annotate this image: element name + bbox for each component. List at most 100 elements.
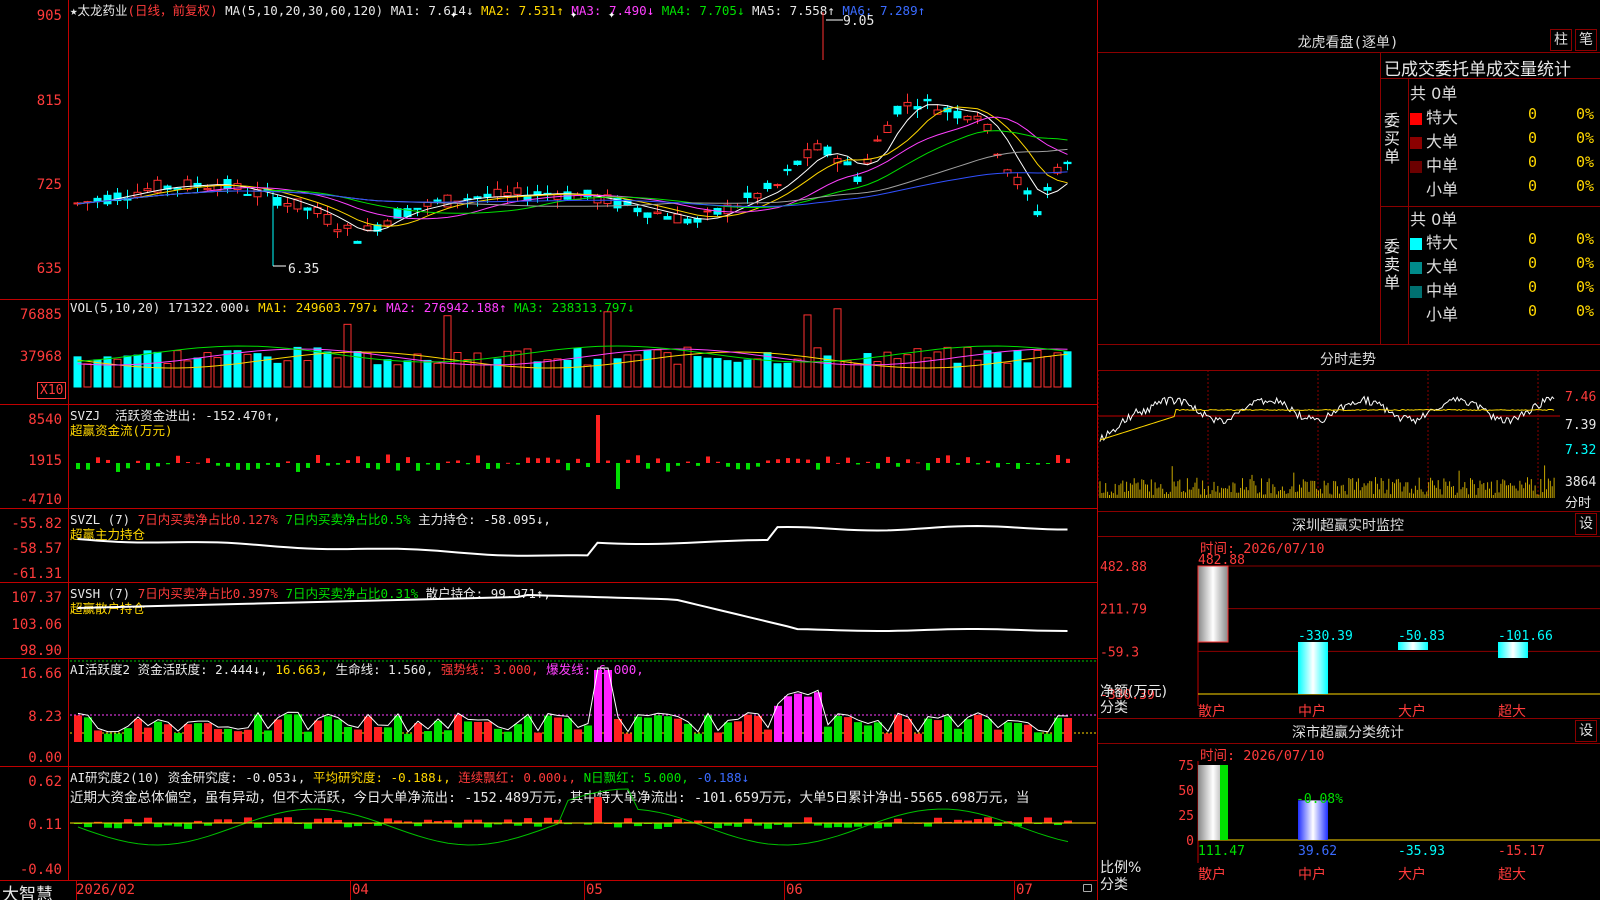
sz-class-chart[interactable]: 75 50 25 0 111.47 散户 39.62 中户 -35.93 大户 -15.17 超大 -0…: [1098, 743, 1600, 900]
sz-monitor-settings-button[interactable]: 设: [1575, 513, 1597, 535]
fund-flow-bar: [566, 463, 570, 471]
fund-flow-bar: [816, 463, 820, 470]
volume-bar: [903, 354, 912, 388]
volume-bar: [753, 358, 762, 388]
bar-view-button[interactable]: 柱: [1550, 29, 1572, 51]
sz-monitor-chart[interactable]: 482.88211.79-59.3-330.39482.88散户-330.39中…: [1098, 536, 1600, 718]
candle-body: [683, 218, 692, 224]
volume-bar: [323, 351, 332, 388]
research-bar: [744, 818, 752, 823]
fund-flow-bar: [146, 463, 150, 470]
candle-body: [803, 149, 812, 159]
research-bar: [834, 823, 842, 828]
activity-bar: [504, 731, 512, 742]
activity-bar: [744, 714, 752, 742]
activity-bar: [574, 729, 582, 742]
row-percent: 0%: [1576, 177, 1595, 195]
row-percent: 0%: [1576, 105, 1595, 123]
volume-bar: [463, 359, 472, 388]
volume-bar: [563, 360, 572, 388]
fund-flow-bar: [556, 459, 560, 463]
row-count: 0: [1528, 302, 1538, 320]
candle-body: [673, 213, 682, 224]
activity-bar: [274, 719, 282, 742]
row-count: 0: [1528, 278, 1538, 296]
activity-bar: [94, 730, 102, 742]
row-label: 中单: [1426, 156, 1459, 175]
candle-body: [1013, 176, 1022, 186]
volume-bar: [163, 362, 172, 388]
activity-bar: [954, 728, 962, 742]
activity-bar: [754, 715, 762, 742]
kline-chart[interactable]: ✦ ✦ ✦: [0, 0, 1098, 300]
row-percent: 0%: [1576, 230, 1595, 248]
sz-monitor-cat-label: 分类: [1100, 700, 1128, 716]
research-bar: [524, 818, 532, 823]
volume-bar: [103, 356, 112, 388]
volume-bar: [453, 352, 462, 388]
candle-body: [783, 168, 792, 172]
candle-body: [643, 212, 652, 218]
candle-body: [663, 216, 672, 220]
fund-flow-bar: [206, 458, 210, 463]
ma-line-1: [77, 104, 1068, 232]
volume-bar: [443, 315, 452, 388]
candle-body: [793, 160, 802, 165]
tick-view-button[interactable]: 笔: [1575, 29, 1597, 51]
research-bar: [674, 819, 682, 823]
fund-flow-bar: [526, 457, 530, 463]
volume-bar: [723, 360, 732, 388]
svzl-chart[interactable]: [0, 509, 1098, 582]
fund-flow-bar: [1036, 463, 1040, 465]
ai-active-chart[interactable]: [0, 659, 1098, 766]
class-ytick-3: 0: [1186, 834, 1194, 849]
candle-body: [343, 224, 352, 229]
svzj-chart[interactable]: [0, 405, 1098, 508]
legend-swatch: [1410, 184, 1422, 197]
research-bar: [924, 823, 932, 827]
activity-bar: [684, 723, 692, 742]
fund-flow-bar: [346, 460, 350, 463]
volume-bar: [963, 346, 972, 388]
candle-body: [893, 105, 902, 115]
candle-body: [303, 207, 312, 211]
volume-bar: [993, 352, 1002, 388]
svsh-chart[interactable]: [0, 583, 1098, 658]
monitor-value-label-1: -330.39: [1298, 629, 1353, 644]
monitor-value-label-0: 482.88: [1198, 553, 1245, 568]
legend-swatch: [1410, 261, 1422, 274]
sell-order-label: 委卖单: [1384, 237, 1401, 292]
research-bar: [344, 823, 352, 828]
monitor-ytick-0: 482.88: [1100, 560, 1147, 575]
activity-bar: [314, 720, 322, 742]
longhu-tabs[interactable]: 已成交委托单成交量统计: [1384, 55, 1571, 80]
volume-bar: [473, 352, 482, 388]
activity-bar: [874, 722, 882, 742]
fund-flow-bar: [696, 463, 700, 466]
volume-bar: [633, 354, 642, 388]
activity-bar: [184, 724, 192, 742]
activity-bar: [254, 714, 262, 742]
class-category-1: 中户: [1298, 866, 1326, 883]
row-label: 特大: [1426, 108, 1459, 127]
volume-bar: [243, 353, 252, 388]
fenshi-chart[interactable]: [1098, 370, 1560, 510]
fund-flow-bar: [316, 454, 320, 463]
sz-class-settings-button[interactable]: 设: [1575, 720, 1597, 742]
row-count: 0: [1528, 105, 1538, 123]
class-value-label-1: 39.62: [1298, 844, 1337, 859]
fund-flow-bar: [1016, 463, 1020, 469]
volume-bar: [1013, 350, 1022, 388]
app-logo[interactable]: 大智慧: [2, 880, 53, 900]
low-marker: 6.35: [288, 262, 320, 277]
candle-body: [273, 197, 282, 206]
lock-icon[interactable]: [1083, 884, 1092, 892]
vol-chart[interactable]: [0, 300, 1098, 404]
fund-flow-bar: [366, 463, 370, 469]
ai-research-chart[interactable]: [0, 767, 1098, 880]
volume-bar: [833, 308, 842, 388]
candle-body: [1023, 190, 1032, 195]
left-chart-area[interactable]: ★太龙药业(日线，前复权) MA(5,10,20,30,60,120) MA1:…: [0, 0, 1098, 900]
legend-swatch: [1410, 285, 1422, 298]
monitor-category-3: 超大: [1498, 704, 1526, 718]
